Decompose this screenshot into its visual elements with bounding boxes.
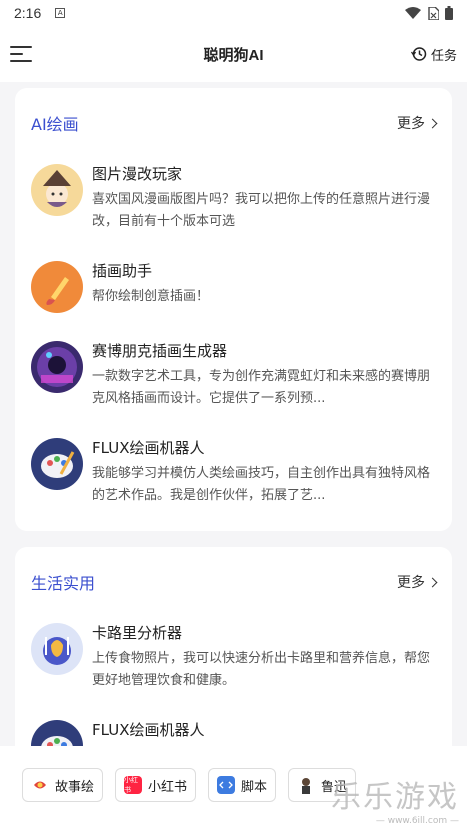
item-name: 插画助手 [92,262,153,280]
more-button[interactable]: 更多 [397,572,438,592]
more-label: 更多 [397,575,425,591]
item-desc: 一款数字艺术工具，专为创作充满霓虹灯和未来感的赛博朋克风格插画而设计。它提供了一… [92,369,431,406]
section-title: 生活实用 [31,574,96,593]
item-desc: 喜欢国风漫画版图片吗？我可以把你上传的任意照片进行漫改，目前有十个版本可选 [92,192,431,229]
chevron-right-icon [427,118,438,128]
calorie-avatar-icon [31,623,83,675]
chip-xiaohongshu[interactable]: 小红书 小红书 [115,768,197,802]
cyberpunk-avatar-icon [31,341,83,393]
status-bar: 2:16 A [0,0,467,26]
task-label: 任务 [430,48,457,64]
page-title: 聪明狗AI [203,46,264,64]
item-desc: 帮你绘制创意插画！ [92,289,210,304]
palette-avatar-icon [31,720,83,746]
notification-icon: A [55,8,66,18]
item-desc: 我能够学习并模仿人类绘画技巧，自主创作出具有独特风格的艺术作品。我是创作伙伴，拓… [92,466,431,503]
item-desc: 上传食物照片，我可以快速分析出卡路里和营养信息，帮您更好地管理饮食和健康。 [92,651,431,688]
section-ai-drawing: AI绘画 更多 图片漫改玩家 喜欢国风漫画版图片吗？我可以把你上传的任意照片进行… [15,88,452,531]
xiaohongshu-icon: 小红书 [124,776,143,794]
item-name: 图片漫改玩家 [92,165,183,183]
section-title: AI绘画 [31,115,79,134]
battery-icon [445,6,453,20]
more-button[interactable]: 更多 [397,113,438,133]
menu-icon[interactable] [10,46,32,62]
chip-story[interactable]: 故事绘 [22,768,104,802]
luxun-icon [297,776,316,794]
app-bar: 聪明狗AI 任务 [0,26,467,82]
no-sim-icon [428,6,439,20]
content-scroll[interactable]: AI绘画 更多 图片漫改玩家 喜欢国风漫画版图片吗？我可以把你上传的任意照片进行… [0,82,467,746]
list-item[interactable]: 赛博朋克插画生成器 一款数字艺术工具，专为创作充满霓虹灯和未来感的赛博朋克风格插… [31,335,436,432]
item-name: 赛博朋克插画生成器 [92,342,228,360]
section-life-utility: 生活实用 更多 卡路里分析器 上传食物照片，我可以快速分析出卡路里和营养信息，帮… [15,547,452,746]
history-icon [410,47,427,61]
chip-luxun[interactable]: 鲁迅 [288,768,357,802]
script-icon [217,776,236,794]
illustration-avatar-icon [31,261,83,313]
quick-chips-bar: 故事绘 小红书 小红书 脚本 鲁迅 [0,746,467,830]
story-icon [31,776,49,794]
chevron-right-icon [427,577,438,587]
palette-avatar-icon [31,438,83,490]
status-time: 2:16 [14,5,42,21]
item-name: FLUX绘画机器人 [92,721,205,739]
item-name: 卡路里分析器 [92,624,183,642]
list-item[interactable]: FLUX绘画机器人 [31,714,436,746]
manga-avatar-icon [31,164,83,216]
list-item[interactable]: 卡路里分析器 上传食物照片，我可以快速分析出卡路里和营养信息，帮您更好地管理饮食… [31,617,436,714]
chip-label: 脚本 [241,779,268,795]
task-button[interactable]: 任务 [410,45,457,64]
item-name: FLUX绘画机器人 [92,439,205,457]
list-item[interactable]: FLUX绘画机器人 我能够学习并模仿人类绘画技巧，自主创作出具有独特风格的艺术作… [31,432,436,513]
more-label: 更多 [397,116,425,132]
chip-label: 小红书 [148,779,188,795]
list-item[interactable]: 图片漫改玩家 喜欢国风漫画版图片吗？我可以把你上传的任意照片进行漫改，目前有十个… [31,158,436,255]
wifi-icon [405,7,421,19]
list-item[interactable]: 插画助手 帮你绘制创意插画！ [31,255,436,335]
chip-label: 故事绘 [55,779,95,795]
chip-label: 鲁迅 [321,779,348,795]
chip-script[interactable]: 脚本 [208,768,277,802]
